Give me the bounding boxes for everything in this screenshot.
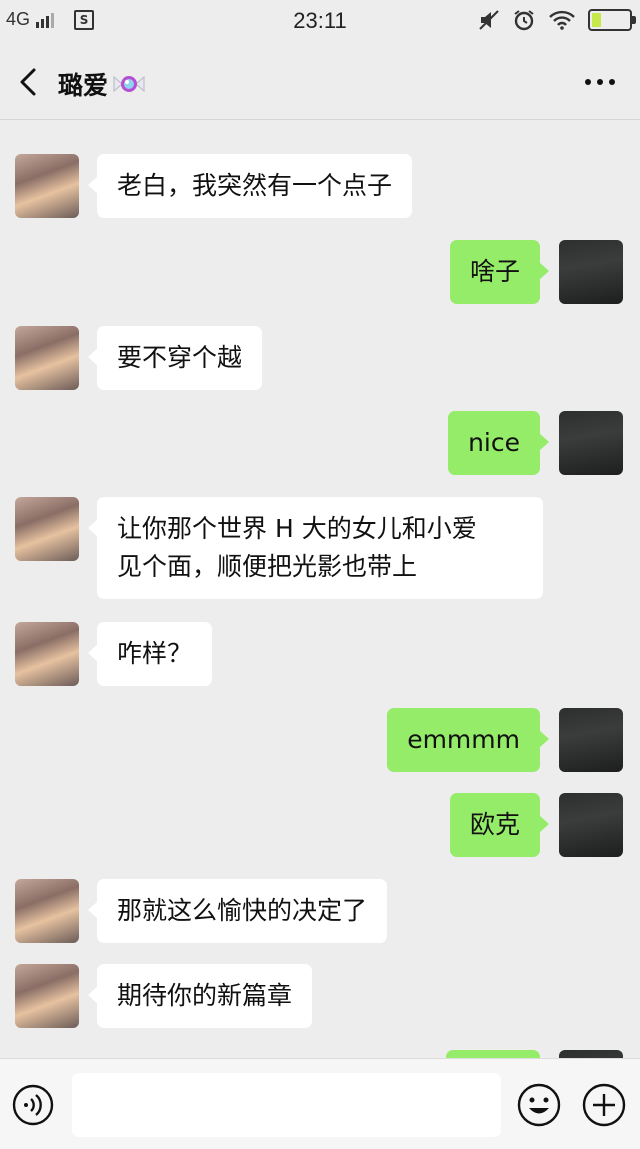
candy-icon <box>113 75 145 93</box>
message-bubble-sent[interactable]: nice <box>448 411 549 475</box>
message-list[interactable]: 老白，我突然有一个点子 啥子 要不穿个越 nice 让你那个世界 H 大的女儿和… <box>0 120 640 1058</box>
message-bubble-sent[interactable]: 欧克 <box>449 793 550 857</box>
alarm-icon <box>514 10 534 31</box>
message-bubble-received[interactable]: 要不穿个越 <box>87 326 263 390</box>
plus-icon[interactable] <box>581 1082 627 1128</box>
message-input[interactable] <box>72 1073 501 1137</box>
message-bubble-received[interactable]: 期待你的新篇章 <box>87 964 313 1028</box>
message-line: 见个面，顺便把光影也带上 <box>117 552 418 581</box>
message-bubble-sent[interactable]: 啥子 <box>449 240 550 304</box>
chat-title: 璐爱 <box>58 66 146 102</box>
contact-avatar[interactable] <box>15 497 79 561</box>
more-dots-icon[interactable] <box>580 64 620 100</box>
contact-avatar[interactable] <box>15 964 79 1028</box>
self-avatar[interactable] <box>559 240 623 304</box>
contact-avatar[interactable] <box>15 326 79 390</box>
voice-icon[interactable] <box>11 1083 55 1127</box>
message-bubble-received[interactable]: 那就这么愉快的决定了 <box>87 879 388 943</box>
input-bar <box>0 1058 640 1149</box>
self-avatar[interactable] <box>559 793 623 857</box>
battery-icon <box>588 9 636 31</box>
mute-icon <box>479 10 499 30</box>
self-avatar[interactable] <box>559 411 623 475</box>
contact-name: 璐爱 <box>58 71 109 100</box>
contact-avatar[interactable] <box>15 154 79 218</box>
status-bar: 4G S 23:11 <box>0 0 640 44</box>
emoji-icon[interactable] <box>516 1082 562 1128</box>
message-line: 让你那个世界 H 大的女儿和小爱 <box>117 514 477 543</box>
message-bubble-received[interactable]: 咋样？ <box>87 622 213 686</box>
self-avatar[interactable] <box>559 708 623 772</box>
contact-avatar[interactable] <box>15 879 79 943</box>
wifi-icon <box>549 10 575 30</box>
message-bubble-received[interactable]: 让你那个世界 H 大的女儿和小爱 见个面，顺便把光影也带上 <box>88 497 543 599</box>
contact-avatar[interactable] <box>15 622 79 686</box>
message-bubble-sent[interactable] <box>446 1050 540 1058</box>
message-bubble-received[interactable]: 老白，我突然有一个点子 <box>87 154 413 218</box>
battery-level-fill <box>592 13 601 27</box>
self-avatar[interactable] <box>559 1050 623 1058</box>
chevron-left-icon[interactable] <box>10 62 50 102</box>
message-bubble-sent[interactable]: emmmm <box>387 708 549 772</box>
status-right <box>478 8 636 32</box>
chat-header: 璐爱 <box>0 44 640 120</box>
